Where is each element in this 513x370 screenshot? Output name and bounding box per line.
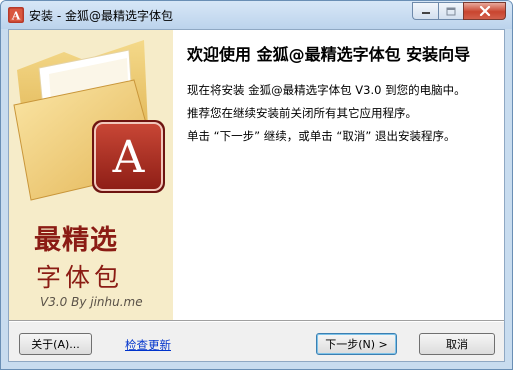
minimize-button[interactable] [412,2,438,20]
check-updates-link[interactable]: 检查更新 [125,337,171,353]
installer-window: A 安装 - 金狐@最精选字体包 A 最精选 字体包 V3.0 By jinhu… [0,0,513,370]
about-button[interactable]: 关于(A)... [19,333,92,355]
cancel-button[interactable]: 取消 [419,333,495,355]
sidebar-version: V3.0 By jinhu.me [40,295,143,309]
sidebar-brand-subtitle: 字体包 [36,263,124,292]
footer-divider [9,320,504,322]
welcome-heading: 欢迎使用 金狐@最精选字体包 安装向导 [187,45,471,64]
font-tile-icon: A [92,120,165,193]
close-icon [479,6,490,16]
next-button[interactable]: 下一步(N) > [316,333,397,355]
continue-text: 单击 “下一步” 继续，或单击 “取消” 退出安装程序。 [187,129,456,143]
sidebar-brand-title: 最精选 [34,225,118,256]
welcome-panel: 欢迎使用 金狐@最精选字体包 安装向导 现在将安装 金狐@最精选字体包 V3.0… [173,30,504,320]
tile-letter: A [112,132,146,183]
app-icon: A [8,7,24,23]
maximize-button[interactable] [438,2,463,20]
folder-icon: A [13,40,165,201]
close-apps-text: 推荐您在继续安装前关闭所有其它应用程序。 [187,106,417,120]
app-icon-letter: A [11,10,21,23]
close-button[interactable] [463,2,506,20]
title-bar[interactable]: A 安装 - 金狐@最精选字体包 [1,1,512,29]
client-area: A 最精选 字体包 V3.0 By jinhu.me 欢迎使用 金狐@最精选字体… [8,29,505,362]
intro-text: 现在将安装 金狐@最精选字体包 V3.0 到您的电脑中。 [187,83,466,97]
maximize-icon [446,7,456,15]
caption-buttons [412,2,506,21]
wizard-sidebar-image: A 最精选 字体包 V3.0 By jinhu.me [9,30,173,320]
minimize-icon [421,12,430,14]
window-title: 安装 - 金狐@最精选字体包 [29,9,173,23]
